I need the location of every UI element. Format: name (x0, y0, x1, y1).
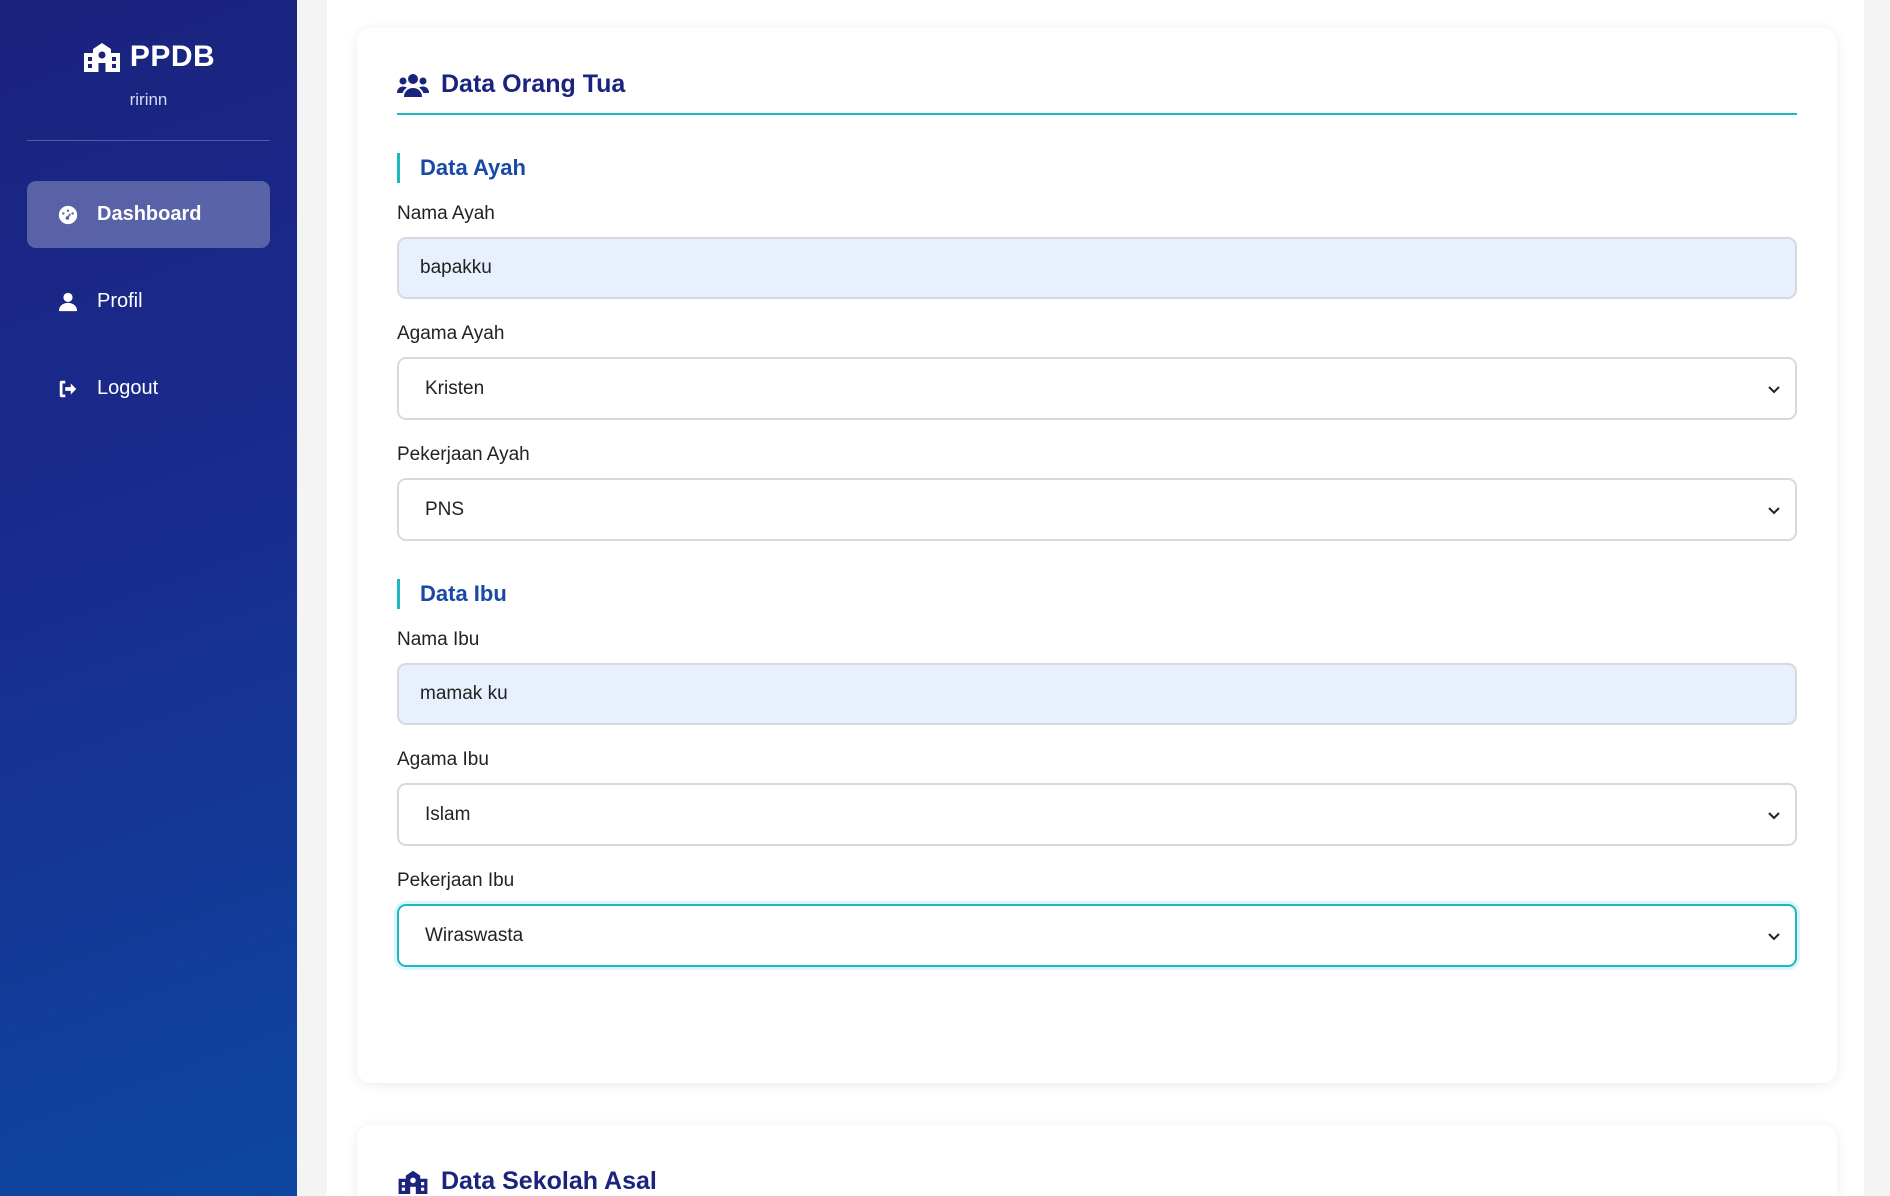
user-icon (58, 292, 78, 311)
parents-card-title: Data Orang Tua (397, 28, 1797, 115)
sidebar-item-label: Profil (97, 290, 143, 312)
parents-card: Data Orang Tua Data Ayah Nama Ayah bapak… (357, 28, 1837, 1083)
mother-religion-select[interactable]: Islam (397, 783, 1797, 846)
sidebar-item-label: Dashboard (97, 203, 202, 225)
school-icon (398, 1170, 428, 1194)
select-value: PNS (425, 498, 465, 520)
main-content: Data Orang Tua Data Ayah Nama Ayah bapak… (297, 0, 1867, 1196)
mother-religion-field: Agama Ibu Islam (397, 749, 1797, 846)
sidebar-item-profil[interactable]: Profil (27, 268, 270, 335)
school-card: Data Sekolah Asal (357, 1125, 1837, 1196)
father-name-field: Nama Ayah bapakku (397, 203, 1797, 299)
chevron-down-icon (1768, 385, 1780, 393)
father-name-input[interactable]: bapakku (397, 237, 1797, 299)
users-icon (397, 73, 429, 97)
field-label: Pekerjaan Ibu (397, 870, 515, 891)
father-religion-field: Agama Ayah Kristen (397, 323, 1797, 420)
father-religion-select[interactable]: Kristen (397, 357, 1797, 420)
brand-title: PPDB (0, 40, 297, 74)
field-label: Nama Ayah (397, 203, 495, 224)
brand-name: PPDB (129, 40, 216, 73)
select-value: Wiraswasta (425, 924, 524, 946)
father-job-select[interactable]: PNS (397, 478, 1797, 541)
chevron-down-icon (1768, 932, 1780, 940)
mother-name-input[interactable]: mamak ku (397, 663, 1797, 725)
field-label: Agama Ibu (397, 749, 489, 770)
school-icon (83, 43, 120, 72)
mother-job-field: Pekerjaan Ibu Wiraswasta (397, 870, 1797, 967)
mother-name-field: Nama Ibu mamak ku (397, 629, 1797, 725)
field-label: Pekerjaan Ayah (397, 444, 530, 465)
select-value: Islam (425, 803, 471, 825)
sidebar-item-dashboard[interactable]: Dashboard (27, 181, 270, 248)
select-value: Kristen (425, 377, 485, 399)
section-title-father: Data Ayah (397, 153, 1797, 183)
dashboard-icon (58, 205, 78, 224)
logout-icon (59, 380, 77, 397)
field-label: Agama Ayah (397, 323, 505, 344)
sidebar-nav: Dashboard Profil Logout (0, 181, 297, 422)
school-card-title: Data Sekolah Asal (397, 1125, 1797, 1196)
sidebar: PPDB ririnn Dashboard Profil Logout (0, 0, 297, 1196)
field-label: Nama Ibu (397, 629, 480, 650)
sidebar-divider (27, 140, 270, 141)
username: ririnn (129, 90, 168, 109)
brand: PPDB ririnn (0, 0, 297, 110)
sidebar-item-logout[interactable]: Logout (27, 355, 270, 422)
sidebar-item-label: Logout (97, 377, 159, 399)
page-title: Data Orang Tua (441, 70, 626, 98)
mother-job-select[interactable]: Wiraswasta (397, 904, 1797, 967)
father-job-field: Pekerjaan Ayah PNS (397, 444, 1797, 541)
section-title-mother: Data Ibu (397, 579, 1797, 609)
chevron-down-icon (1768, 506, 1780, 514)
chevron-down-icon (1768, 811, 1780, 819)
section-heading: Data Sekolah Asal (441, 1167, 657, 1195)
